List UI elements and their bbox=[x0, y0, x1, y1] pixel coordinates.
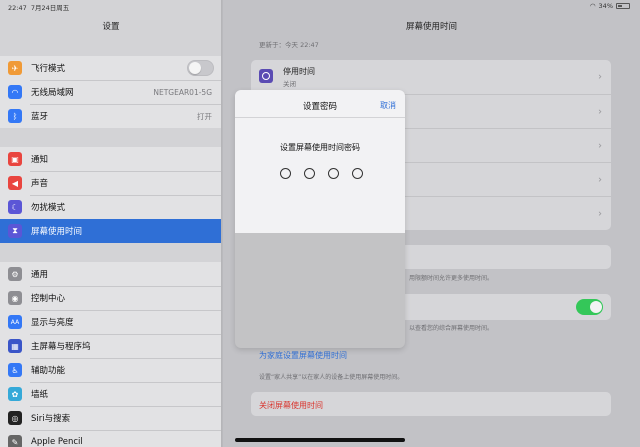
share-across-devices-toggle[interactable] bbox=[576, 299, 603, 315]
sidebar-group-notifications: ▣ 通知 ◀ 声音 ☾ 勿扰模式 ⧗ 屏幕使用时间 bbox=[0, 147, 221, 243]
bluetooth-icon: ᛒ bbox=[8, 109, 22, 123]
sidebar-item-label: 勿扰模式 bbox=[31, 203, 66, 213]
downtime-status: 关闭 bbox=[283, 80, 296, 88]
updated-time: 更新于：今天 22:47 bbox=[259, 41, 319, 49]
sidebar-item[interactable]: AA 显示与亮度 bbox=[0, 310, 221, 334]
accessibility-icon: ♿ bbox=[8, 363, 22, 377]
sidebar-item[interactable]: ◎ Siri与搜索 bbox=[0, 406, 221, 430]
wifi-icon: ◠ bbox=[8, 85, 22, 99]
sidebar-item[interactable]: ⚙ 通用 bbox=[0, 262, 221, 286]
downtime-row[interactable]: 停用时间 关闭 › bbox=[251, 60, 611, 94]
sidebar-item-label: 无线局域网 bbox=[31, 88, 74, 98]
downtime-title: 停用时间 bbox=[283, 67, 315, 76]
hourglass-icon: ⧗ bbox=[8, 224, 22, 238]
turn-off-screen-time-button[interactable]: 关闭屏幕使用时间 bbox=[259, 400, 323, 411]
passcode-dot bbox=[280, 168, 291, 179]
passcode-dot bbox=[352, 168, 363, 179]
sidebar-item-label: 屏幕使用时间 bbox=[31, 227, 83, 237]
page-title: 屏幕使用时间 bbox=[405, 22, 457, 32]
chevron-right-icon: › bbox=[598, 71, 602, 83]
sidebar-item-label: 墙纸 bbox=[31, 390, 49, 400]
modal-header: 设置密码 取消 bbox=[235, 90, 405, 118]
sidebar-item[interactable]: ◠ 无线局域网 NETGEAR01-5G bbox=[0, 80, 221, 104]
chevron-right-icon: › bbox=[598, 208, 602, 219]
sound-icon: ◀ bbox=[8, 176, 22, 190]
sidebar-item[interactable]: ♿ 辅助功能 bbox=[0, 358, 221, 382]
sidebar-item-label: 辅助功能 bbox=[31, 366, 66, 376]
siri-icon: ◎ bbox=[8, 411, 22, 425]
control-center-icon: ◉ bbox=[8, 291, 22, 305]
chevron-right-icon: › bbox=[598, 174, 602, 185]
sidebar-item[interactable]: ▦ 主屏幕与程序坞 bbox=[0, 334, 221, 358]
passcode-dots bbox=[280, 168, 363, 179]
sidebar-item[interactable]: ⧗ 屏幕使用时间 bbox=[0, 219, 221, 243]
sidebar-item[interactable]: ☾ 勿扰模式 bbox=[0, 195, 221, 219]
sidebar-group-connectivity: ✈ 飞行模式 ◠ 无线局域网 NETGEAR01-5G ᛒ 蓝牙 打开 bbox=[0, 56, 221, 128]
status-bar: 22:47 7月24日周五 ◠ 34% bbox=[0, 0, 640, 12]
sidebar-title: 设置 bbox=[102, 22, 120, 32]
sidebar-item-value: NETGEAR01-5G bbox=[153, 87, 212, 97]
passcode-dot bbox=[328, 168, 339, 179]
sidebar-item-label: 蓝牙 bbox=[31, 112, 49, 122]
sidebar-item-label: 显示与亮度 bbox=[31, 318, 74, 328]
sidebar-item-label: Apple Pencil bbox=[31, 437, 83, 447]
chevron-right-icon: › bbox=[598, 106, 602, 117]
sidebar-item[interactable]: ✎ Apple Pencil bbox=[0, 430, 221, 447]
wifi-status-icon: ◠ bbox=[589, 2, 596, 10]
status-time-date: 22:47 7月24日周五 bbox=[8, 4, 70, 12]
sidebar-item-label: Siri与搜索 bbox=[31, 414, 71, 424]
sidebar-item[interactable]: ◉ 控制中心 bbox=[0, 286, 221, 310]
sidebar-item-label: 飞行模式 bbox=[31, 64, 66, 74]
downtime-icon bbox=[259, 69, 273, 83]
cancel-button[interactable]: 取消 bbox=[380, 100, 396, 111]
status-right: ◠ 34% bbox=[590, 2, 630, 10]
passcode-dot bbox=[304, 168, 315, 179]
sidebar-item-label: 声音 bbox=[31, 179, 49, 189]
sidebar-item-label: 控制中心 bbox=[31, 294, 66, 304]
share-note: 以查看您的综合屏幕使用时间。 bbox=[409, 325, 494, 332]
battery-icon bbox=[616, 3, 630, 9]
wallpaper-icon: ✿ bbox=[8, 387, 22, 401]
sidebar-item-label: 通知 bbox=[31, 155, 49, 165]
notifications-icon: ▣ bbox=[8, 152, 22, 166]
home-screen-icon: ▦ bbox=[8, 339, 22, 353]
battery-percent: 34% bbox=[598, 2, 613, 10]
passcode-modal: 设置密码 取消 设置屏幕使用时间密码 bbox=[235, 90, 405, 348]
sidebar-item[interactable]: ◀ 声音 bbox=[0, 171, 221, 195]
moon-icon: ☾ bbox=[8, 200, 22, 214]
passcode-prompt: 设置屏幕使用时间密码 bbox=[280, 143, 360, 152]
modal-top: 设置密码 取消 设置屏幕使用时间密码 bbox=[235, 90, 405, 233]
sidebar-item[interactable]: ᛒ 蓝牙 打开 bbox=[0, 104, 221, 128]
sidebar-item[interactable]: ✿ 墙纸 bbox=[0, 382, 221, 406]
settings-sidebar: 设置 ✈ 飞行模式 ◠ 无线局域网 NETGEAR01-5G ᛒ 蓝牙 打开 ▣ 通知 ◀ 声音 ☾ 勿… bbox=[0, 0, 222, 447]
sidebar-item-value: 打开 bbox=[197, 111, 212, 121]
sidebar-item-label: 主屏幕与程序坞 bbox=[31, 342, 91, 352]
sidebar-item-label: 通用 bbox=[31, 270, 49, 280]
pencil-icon: ✎ bbox=[8, 435, 22, 447]
family-setup-link[interactable]: 为家庭设置屏幕使用时间 bbox=[259, 350, 347, 361]
limits-note: 用限额时间允许更多使用时间。 bbox=[409, 275, 494, 282]
family-note: 设置“家人共享”以在家人的设备上使用屏幕使用时间。 bbox=[259, 374, 404, 381]
airplane-mode-toggle[interactable] bbox=[187, 60, 214, 76]
chevron-right-icon: › bbox=[598, 140, 602, 151]
home-indicator[interactable] bbox=[235, 438, 405, 442]
gear-icon: ⚙ bbox=[8, 267, 22, 281]
sidebar-item[interactable]: ▣ 通知 bbox=[0, 147, 221, 171]
display-icon: AA bbox=[8, 315, 22, 329]
sidebar-item[interactable]: ✈ 飞行模式 bbox=[0, 56, 221, 80]
sidebar-group-general: ⚙ 通用 ◉ 控制中心 AA 显示与亮度 ▦ 主屏幕与程序坞 ♿ 辅助功能 ✿ 墙纸 ◎ Siri与搜索 ✎… bbox=[0, 262, 221, 447]
airplane-icon: ✈ bbox=[8, 61, 22, 75]
